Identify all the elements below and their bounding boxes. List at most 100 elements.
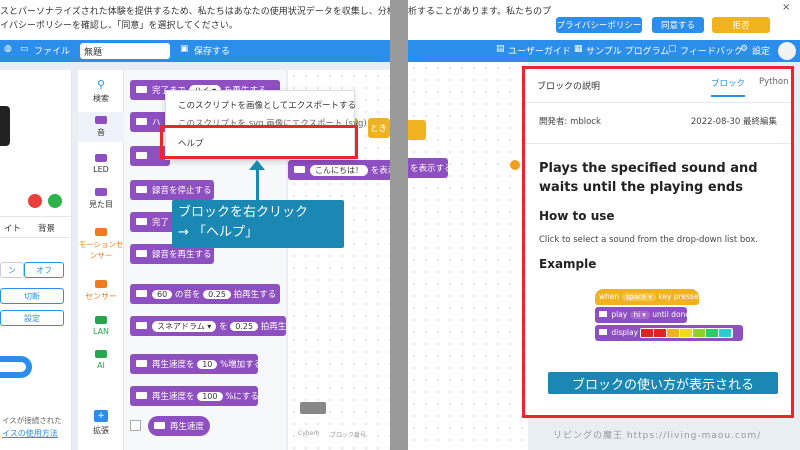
banner-text-line2: イバシーポリシーを確認し、「同意」を選択してください。 [0,21,238,31]
speed-input[interactable]: 100 [197,392,223,401]
left-screenshot-panel: スとパーソナライズされた体験を提供するため、私たちはあなたの使用状況データを収集… [0,0,390,450]
file-icon: ▭ [20,44,29,54]
save-button[interactable]: 保存する [194,44,230,57]
category-search[interactable]: ⚲ 検索 [78,78,124,104]
settings-button[interactable]: 設定 [0,310,64,326]
sample-program-icon: ▦ [574,44,583,54]
example-text: key pressed [658,292,704,301]
tab-background[interactable]: 背景 [38,222,55,234]
block-categories: ⚲ 検索 音 LED 見た目 モーションセンサー センサー LAN AI + 拡張 [78,70,124,450]
canvas-footer-left: Cyberh [298,430,320,437]
category-lan[interactable]: LAN [78,316,124,336]
drum-dropdown[interactable]: スネアドラム ▾ [152,321,217,332]
toggle-on[interactable]: ン [0,262,24,278]
say-block-partial[interactable]: を表示する [408,158,448,178]
speaker-icon [136,250,147,257]
user-guide-icon: ▤ [496,44,505,54]
green-flag-icon[interactable] [48,194,62,208]
speaker-icon [136,360,147,367]
block-play-note[interactable]: 60 の音を 0.25 拍再生する [130,284,280,304]
how-to-use-text: Click to select a sound from the drop-do… [539,235,758,245]
category-swatch [95,188,107,196]
divider [525,143,791,144]
reject-button[interactable]: 拒否 [712,17,770,33]
category-label: 音 [97,128,105,137]
menu-file[interactable]: ファイル [34,44,70,57]
example-key-dropdown: space ▾ [621,293,656,301]
block-playback-speed[interactable]: 再生速度 [148,416,210,436]
block-help-panel: ブロックの説明 ブロック Python 開発者: mblock 2022-08-… [522,66,794,418]
example-text: when [599,292,620,301]
category-looks[interactable]: 見た目 [78,188,124,210]
close-icon[interactable]: × [782,2,790,13]
project-title-input[interactable]: 無題 [80,43,170,59]
event-block-right[interactable]: とき [368,118,390,138]
led-icon [599,329,607,335]
category-extension[interactable]: + 拡張 [78,410,124,436]
block-text: の音を [174,290,201,300]
category-ai[interactable]: AI [78,350,124,370]
category-swatch [95,350,107,358]
watermark: リビングの魔王 https://living-maou.com/ [553,431,762,441]
help-heading: Plays the specified sound and waits unti… [539,161,758,195]
category-sound[interactable]: 音 [78,112,124,142]
drag-handle[interactable] [510,160,520,170]
block-text: 録音を停止する [152,186,212,196]
say-block[interactable]: こんにちは！ を表示 [288,160,390,180]
nav-sample-program[interactable]: サンプル プログラム [586,44,669,57]
device-howto-link[interactable]: イスの使用方法 [2,428,58,439]
category-label: 見た目 [89,200,113,209]
category-led[interactable]: LED [78,154,124,174]
block-increase-speed[interactable]: 再生速度を 10 %増加する [130,354,262,374]
block-play-drum[interactable]: スネアドラム ▾ を 0.25 拍再生 [130,316,286,336]
privacy-banner: 析することがあります。私たちのプ プライバシーポリシー 同意する 拒否 × [408,0,800,40]
speaker-icon [136,152,147,159]
category-swatch [95,154,107,162]
menu-bar: ▤ ユーザーガイド ▦ サンプル プログラム ▢ フィードバック ⚙ 設定 [408,40,800,62]
nav-feedback[interactable]: フィードバック [680,44,743,57]
block-text: を表示 [370,166,390,176]
beats-input[interactable]: 0.25 [230,322,259,331]
globe-icon[interactable]: ◍ [4,44,12,54]
toggle-off[interactable]: オフ [24,262,64,278]
say-input[interactable]: こんにちは！ [310,165,368,176]
speed-input[interactable]: 10 [197,360,218,369]
speaker-icon [136,218,147,225]
panel-divider [390,0,408,450]
script-canvas[interactable]: を表示する [408,62,528,450]
tab-block[interactable]: ブロック [711,77,746,97]
block-text: 録音を再生する [152,250,212,260]
device-thumbnail-icon [300,402,326,414]
speaker-icon [294,166,305,173]
block-set-speed[interactable]: 再生速度を 100 %にする [130,386,259,406]
avatar[interactable] [778,42,796,60]
speaker-icon [136,86,147,93]
example-text: play [611,310,628,319]
example-sound-dropdown: hi ▾ [629,311,650,319]
tab-sprite[interactable]: イト [4,222,21,234]
callout-line2: → 「ヘルプ」 [178,225,259,240]
block-stop-recording[interactable]: 録音を停止する [130,180,214,200]
block-text: 拍再生する [233,290,277,300]
category-sensor[interactable]: センサー [78,280,124,302]
menu-item-export-image[interactable]: このスクリプトを画像としてエクスポートする [178,99,356,111]
agree-button[interactable]: 同意する [652,17,704,33]
stop-icon[interactable] [28,194,42,208]
privacy-policy-button[interactable]: プライバシーポリシー [556,17,642,33]
led-cell [680,329,693,337]
beats-input[interactable]: 0.25 [203,290,231,299]
note-input[interactable]: 60 [152,290,173,299]
block-checkbox[interactable] [130,420,141,431]
disconnect-button[interactable]: 切断 [0,288,64,304]
tab-python[interactable]: Python [759,77,788,87]
event-block-partial[interactable] [408,120,426,140]
category-motion-sensor[interactable]: モーションセンサー [78,228,124,261]
gear-icon: ⚙ [740,44,749,54]
nav-settings[interactable]: 設定 [752,44,770,57]
speaker-icon [136,322,147,329]
block-complete-partial[interactable]: 完了 [130,212,174,232]
nav-user-guide[interactable]: ユーザーガイド [508,44,571,57]
category-swatch [95,280,107,288]
block-text: 再生速度を [152,360,195,370]
category-swatch [95,228,107,236]
